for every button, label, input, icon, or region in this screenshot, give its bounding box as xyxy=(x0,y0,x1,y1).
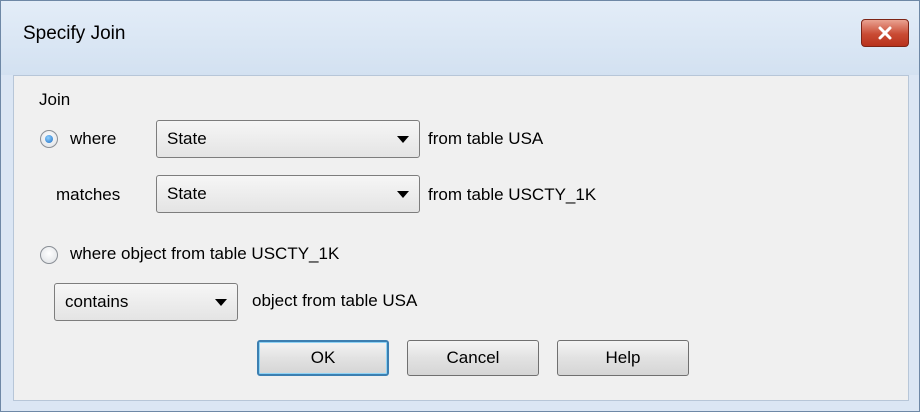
radio-selected-dot xyxy=(45,135,53,143)
close-icon xyxy=(878,26,892,40)
where-field-dropdown[interactable]: State xyxy=(156,120,420,158)
where-object-label: where object from table USCTY_1K xyxy=(70,244,340,263)
chevron-down-icon xyxy=(215,299,227,306)
dialog-body: Join where State from table USA matches … xyxy=(13,75,909,401)
where-field-value: State xyxy=(167,129,207,148)
where-table-label: from table USA xyxy=(428,129,544,148)
matches-field-dropdown[interactable]: State xyxy=(156,175,420,213)
radio-where-field[interactable] xyxy=(40,130,58,148)
matches-field-value: State xyxy=(167,184,207,203)
chevron-down-icon xyxy=(397,136,409,143)
operator-table-label: object from table USA xyxy=(252,291,418,310)
help-button[interactable]: Help xyxy=(557,340,689,376)
specify-join-dialog: Specify Join Join where State from table… xyxy=(0,0,920,412)
operator-value: contains xyxy=(65,292,129,311)
close-button[interactable] xyxy=(861,19,909,47)
radio-where-object[interactable] xyxy=(40,246,58,264)
cancel-button[interactable]: Cancel xyxy=(407,340,539,376)
where-label: where xyxy=(70,129,117,148)
matches-label: matches xyxy=(56,185,121,204)
ok-button[interactable]: OK xyxy=(257,340,389,376)
dialog-title: Specify Join xyxy=(23,23,126,44)
matches-table-label: from table USCTY_1K xyxy=(428,185,597,204)
join-group-label: Join xyxy=(39,90,71,109)
operator-dropdown[interactable]: contains xyxy=(54,283,238,321)
chevron-down-icon xyxy=(397,191,409,198)
title-bar[interactable]: Specify Join xyxy=(1,1,919,75)
